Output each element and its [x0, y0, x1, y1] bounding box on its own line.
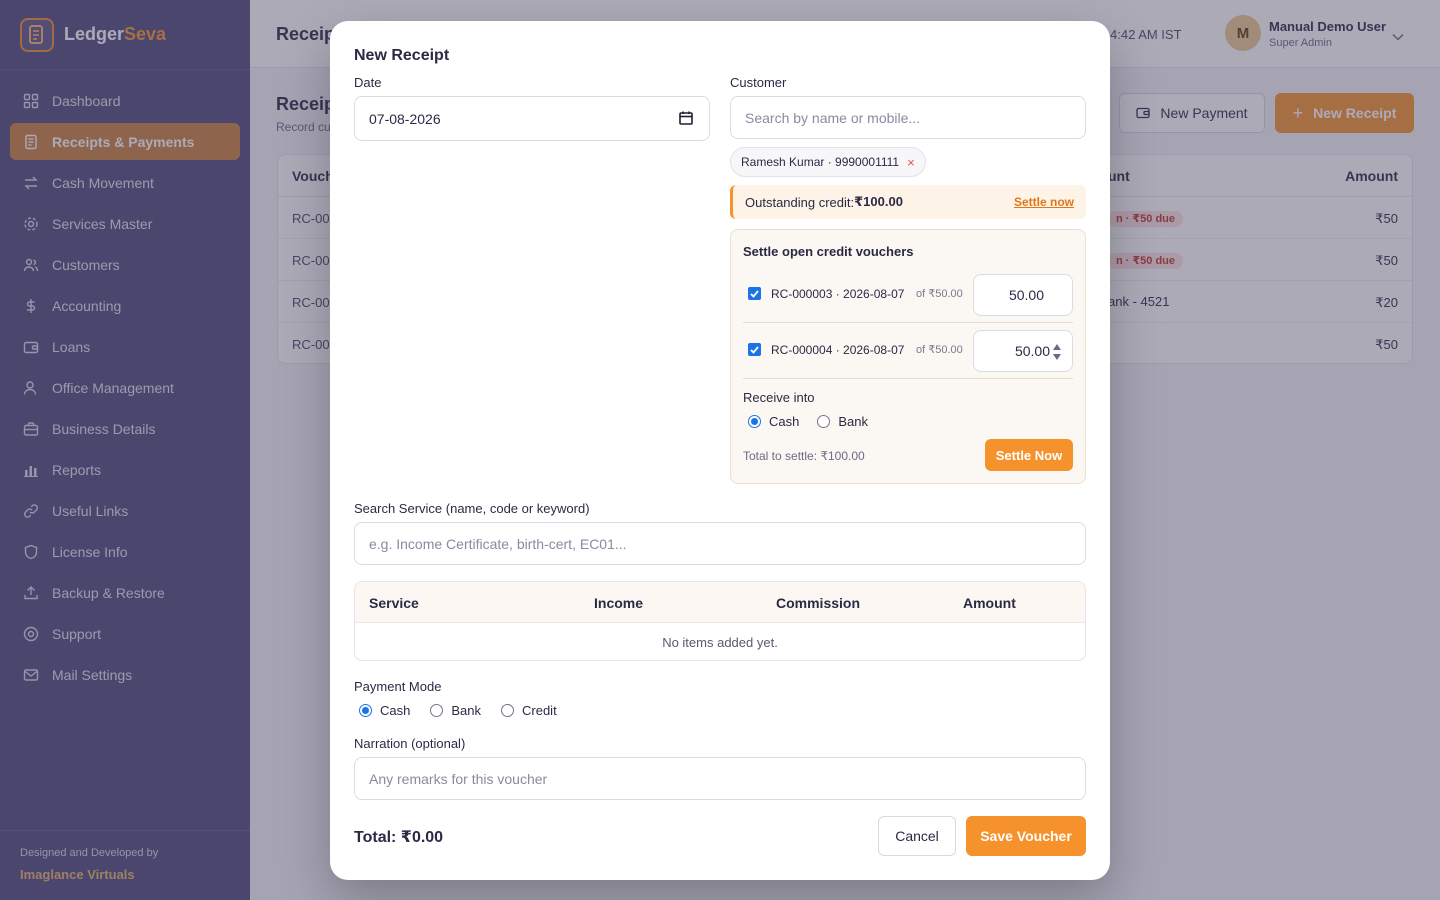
divider [743, 322, 1073, 323]
radio-label: Cash [380, 703, 411, 718]
credit-voucher-row: RC-000003 · 2026-08-07 of ₹50.00 50.00 [743, 272, 1073, 322]
outstanding-amount: ₹100.00 [854, 194, 903, 209]
radio-unselected[interactable] [501, 704, 514, 717]
settle-credit-panel: Settle open credit vouchers RC-000003 · … [730, 229, 1086, 484]
stepper-arrows-icon[interactable] [1052, 343, 1062, 361]
settle-amount-input[interactable]: 50.00 [973, 330, 1073, 372]
settle-panel-title: Settle open credit vouchers [743, 244, 914, 259]
customer-placeholder: Search by name or mobile... [745, 109, 921, 126]
date-value: 07-08-2026 [369, 110, 441, 127]
payment-bank-option[interactable]: Bank [430, 703, 481, 718]
calendar-icon[interactable] [679, 111, 693, 125]
voucher-of-amount: of ₹50.00 [916, 344, 963, 356]
radio-label: Bank [838, 414, 868, 429]
radio-label: Cash [769, 414, 800, 429]
empty-state-text: No items added yet. [662, 634, 778, 650]
service-search-label: Search Service (name, code or keyword) [354, 501, 590, 516]
narration-placeholder: Any remarks for this voucher [369, 770, 548, 787]
customer-search-input[interactable]: Search by name or mobile... [730, 96, 1086, 139]
narration-input[interactable]: Any remarks for this voucher [354, 757, 1086, 800]
settle-amount-input[interactable]: 50.00 [973, 274, 1073, 316]
remove-chip-icon[interactable]: × [907, 155, 915, 170]
credit-voucher-row: RC-000004 · 2026-08-07 of ₹50.00 50.00 [743, 328, 1073, 378]
column-header: Amount [963, 595, 1016, 611]
outstanding-label: Outstanding credit: [745, 194, 855, 210]
radio-selected[interactable] [748, 415, 761, 428]
column-header: Income [594, 595, 644, 611]
receive-bank-option[interactable]: Bank [817, 414, 868, 429]
voucher-checkbox[interactable] [748, 287, 761, 300]
radio-label: Credit [522, 703, 557, 718]
voucher-of-amount: of ₹50.00 [916, 288, 963, 300]
payment-mode-label: Payment Mode [354, 679, 442, 694]
settle-now-link[interactable]: Settle now [1014, 195, 1074, 209]
payment-credit-option[interactable]: Credit [501, 703, 557, 718]
save-voucher-button[interactable]: Save Voucher [966, 816, 1086, 856]
voucher-total: Total: ₹0.00 [354, 829, 444, 846]
voucher-ref: RC-000004 · 2026-08-07 [771, 343, 905, 357]
settle-amount-value: 50.00 [1014, 343, 1050, 359]
modal-title: New Receipt [354, 47, 450, 64]
date-label: Date [354, 75, 382, 90]
customer-chip-label: Ramesh Kumar · 9990001111 [741, 155, 900, 169]
settle-total-text: Total to settle: ₹100.00 [743, 449, 865, 463]
outstanding-credit-alert: Outstanding credit: ₹100.00 Settle now [730, 185, 1086, 219]
column-header: Service [369, 595, 419, 611]
payment-mode-radio-group: Cash Bank Credit [359, 703, 575, 718]
new-receipt-modal: New Receipt Date 07-08-2026 Customer Sea… [330, 21, 1110, 880]
cancel-button[interactable]: Cancel [878, 816, 956, 856]
receive-into-label: Receive into [743, 390, 815, 405]
radio-unselected[interactable] [430, 704, 444, 717]
payment-cash-option[interactable]: Cash [359, 703, 410, 718]
radio-unselected[interactable] [817, 415, 831, 428]
column-header: Commission [776, 595, 861, 611]
selected-customer-chip: Ramesh Kumar · 9990001111 × [730, 147, 926, 177]
settle-amount-value: 50.00 [1008, 287, 1044, 303]
settle-now-button[interactable]: Settle Now [985, 439, 1073, 471]
receive-into-radio-group: Cash Bank [748, 414, 886, 429]
receive-cash-option[interactable]: Cash [748, 414, 799, 429]
radio-label: Bank [451, 703, 481, 718]
voucher-ref: RC-000003 · 2026-08-07 [771, 287, 905, 301]
service-items-table: Service Income Commission Amount No item… [354, 581, 1086, 661]
customer-label: Customer [730, 75, 787, 90]
service-search-input[interactable]: e.g. Income Certificate, birth-cert, EC0… [354, 522, 1086, 565]
narration-label: Narration (optional) [354, 736, 466, 751]
table-header: Service Income Commission Amount [355, 582, 1085, 623]
service-placeholder: e.g. Income Certificate, birth-cert, EC0… [369, 535, 627, 552]
divider [743, 378, 1073, 379]
date-input[interactable]: 07-08-2026 [354, 96, 710, 141]
radio-selected[interactable] [359, 704, 372, 717]
voucher-checkbox[interactable] [748, 343, 761, 356]
